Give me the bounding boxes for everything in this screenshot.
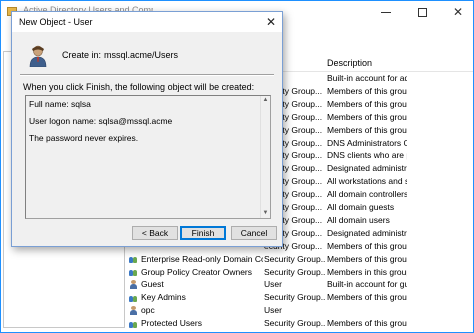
- list-item-name: Protected Users: [129, 317, 263, 329]
- group-icon: [129, 319, 138, 328]
- list-item-description: Members of this group c...: [327, 85, 407, 96]
- maximize-button[interactable]: [405, 1, 439, 23]
- user-icon: [29, 45, 47, 67]
- list-item-name-text: Protected Users: [141, 318, 202, 329]
- list-item-name: Key Admins: [129, 291, 263, 303]
- back-button[interactable]: < Back: [132, 226, 178, 240]
- list-item-name-text: Enterprise Read-only Domain Con...: [141, 253, 263, 264]
- list-item-name-text: Key Admins: [141, 292, 186, 303]
- list-item-type: User: [264, 305, 282, 316]
- list-item[interactable]: Guest User Built-in account for gue...: [127, 278, 473, 290]
- list-item-type: Security Group...: [264, 318, 326, 329]
- summary-textbox[interactable]: Full name: sqlsa User logon name: sqlsa@…: [25, 95, 271, 219]
- list-item-description: Members of this group ...: [327, 318, 407, 329]
- list-item-name: Group Policy Creator Owners: [129, 266, 263, 278]
- list-item-description: All domain guests: [327, 202, 395, 212]
- minimize-icon: [381, 11, 391, 13]
- group-icon: [129, 293, 138, 302]
- list-item-description: DNS clients who are per...: [327, 150, 407, 161]
- list-item-name: opc: [129, 304, 263, 316]
- list-item[interactable]: Protected Users Security Group... Members …: [127, 317, 473, 329]
- list-item-type: Security Group...: [264, 292, 326, 303]
- dialog-close-button[interactable]: ✕: [262, 13, 280, 31]
- list-item-description: All workstations and ser...: [327, 176, 407, 187]
- user-icon: [129, 305, 138, 315]
- list-item-description: Members of this group c...: [327, 240, 407, 251]
- scroll-up-icon[interactable]: ▲: [262, 97, 269, 104]
- list-item-type: Security Group...: [264, 253, 326, 264]
- close-button[interactable]: ✕: [441, 1, 474, 23]
- group-icon: [129, 267, 138, 276]
- list-item-description: DNS Administrators Gro...: [327, 137, 407, 148]
- summary-intro-text: When you click Finish, the following obj…: [23, 82, 255, 92]
- list-item-description: Designated administrato...: [327, 163, 407, 174]
- list-item[interactable]: Group Policy Creator Owners Security Grou…: [127, 266, 473, 278]
- list-item[interactable]: opc User: [127, 304, 473, 316]
- maximize-icon: [417, 7, 427, 17]
- create-in-path: mssql.acme/Users: [104, 50, 179, 60]
- list-item-description: Designated administrato...: [327, 227, 407, 238]
- list-item-description: Members of this group ...: [327, 253, 407, 264]
- summary-password-note: The password never expires.: [29, 133, 139, 143]
- list-item-description: Members of this group ...: [327, 292, 407, 303]
- separator: [20, 74, 274, 76]
- scroll-down-icon[interactable]: ▼: [262, 210, 269, 217]
- list-item-description: Built-in account for ad...: [327, 73, 407, 83]
- list-item-type: Security Group...: [264, 266, 326, 277]
- close-icon: ✕: [265, 15, 277, 29]
- list-item-description: All domain users: [327, 214, 390, 225]
- list-item-name: Enterprise Read-only Domain Con...: [129, 253, 263, 265]
- close-icon: ✕: [452, 5, 464, 19]
- new-user-dialog: New Object - User ✕ Create in: mssql.acm…: [11, 11, 283, 247]
- group-icon: [129, 254, 138, 264]
- create-in-label: Create in:: [62, 50, 102, 60]
- minimize-button[interactable]: [369, 1, 403, 23]
- summary-logon-name: User logon name: sqlsa@mssql.acme: [29, 116, 173, 126]
- list-item[interactable]: Enterprise Read-only Domain Con...Securi…: [127, 253, 473, 265]
- summary-full-name: Full name: sqlsa: [29, 99, 91, 109]
- list-item[interactable]: Key Admins Security Group... Members of th…: [127, 291, 473, 303]
- list-item-description: Members of this group c...: [327, 124, 407, 135]
- list-item-description: Members of this group c...: [327, 98, 407, 109]
- list-item-name: Guest: [129, 278, 263, 290]
- summary-scrollbar[interactable]: ▲ ▼: [260, 96, 270, 218]
- user-icon: [129, 279, 138, 289]
- finish-button[interactable]: Finish: [180, 226, 226, 240]
- list-item-type: User: [264, 279, 282, 290]
- column-header-description[interactable]: Description: [327, 58, 372, 68]
- list-item-name-text: opc: [141, 305, 155, 316]
- dialog-titlebar[interactable]: New Object - User ✕: [12, 12, 282, 32]
- dialog-title: New Object - User: [19, 17, 93, 27]
- cancel-button[interactable]: Cancel: [231, 226, 277, 240]
- list-item-description: Members in this group c...: [327, 266, 407, 277]
- list-item-description: Built-in account for gue...: [327, 279, 407, 290]
- list-item-description: All domain controllers i...: [327, 189, 407, 200]
- list-item-name-text: Group Policy Creator Owners: [141, 266, 253, 277]
- list-item-description: Members of this group ...: [327, 111, 407, 122]
- list-item-name-text: Guest: [141, 279, 164, 290]
